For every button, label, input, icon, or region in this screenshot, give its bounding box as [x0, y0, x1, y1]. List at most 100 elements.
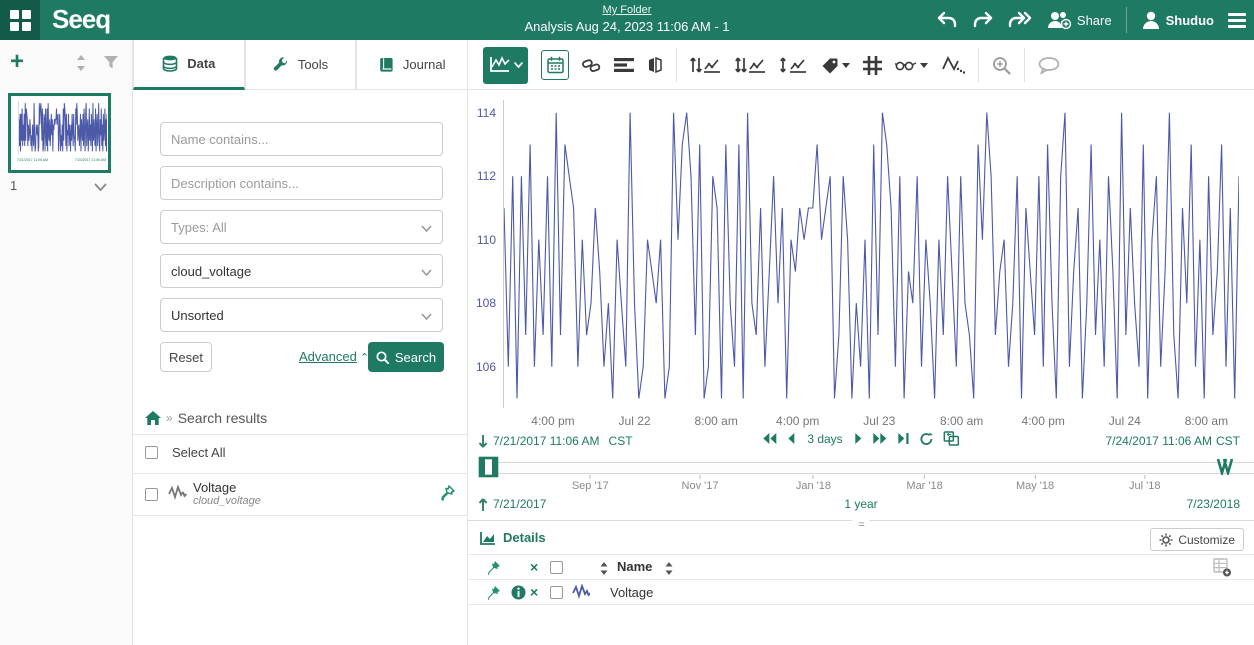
- tab-data[interactable]: Data: [133, 40, 245, 90]
- worksheet-sidebar: 7/21/2017 11:06 AM7/24/2017 11:06 AM 1: [0, 90, 133, 645]
- step-forward-full-button[interactable]: [873, 433, 888, 444]
- tab-data-label: Data: [187, 56, 215, 71]
- compare-view-icon: [647, 57, 663, 73]
- link-button[interactable]: [582, 57, 601, 74]
- step-back-full-button[interactable]: [762, 433, 777, 444]
- tag-dropdown-button[interactable]: [821, 57, 850, 74]
- copy-range-button[interactable]: [944, 431, 960, 446]
- calendar-button[interactable]: [541, 50, 569, 80]
- autoscale-button[interactable]: [780, 56, 808, 74]
- step-back-button[interactable]: [787, 433, 795, 444]
- range-start[interactable]: 7/21/2017 11:06 AMCST: [478, 434, 633, 448]
- timeline-end[interactable]: 7/23/2018: [1187, 497, 1240, 511]
- filter-worksheets-button[interactable]: [103, 55, 119, 76]
- name-contains-input[interactable]: [160, 122, 443, 156]
- row-checkbox[interactable]: [550, 586, 563, 599]
- one-lane-button[interactable]: [690, 56, 722, 74]
- timeline-expand-button[interactable]: [1216, 458, 1234, 480]
- timeline-duration[interactable]: 1 year: [844, 497, 877, 511]
- zoom-in-button[interactable]: [992, 56, 1011, 75]
- timeline-start[interactable]: 7/21/2017: [478, 497, 546, 511]
- x-tick-label: 4:00 pm: [1022, 414, 1065, 428]
- annotate-button[interactable]: [1038, 57, 1060, 74]
- search-results-header: » Search results: [145, 410, 267, 426]
- panel-splitter[interactable]: =: [468, 520, 1254, 521]
- x-axis-labels[interactable]: 4:00 pmJul 228:00 am4:00 pmJul 238:00 am…: [503, 414, 1238, 429]
- name-column-header[interactable]: Name: [617, 559, 652, 574]
- timeline-tick: Mar '18: [906, 475, 942, 492]
- types-select[interactable]: Types: All: [160, 210, 443, 244]
- customize-button[interactable]: Customize: [1150, 528, 1244, 551]
- customize-label: Customize: [1178, 533, 1235, 547]
- samples-button[interactable]: [941, 56, 965, 74]
- pin-all-icon[interactable]: [486, 560, 501, 581]
- user-menu[interactable]: Shuduo: [1141, 10, 1214, 30]
- search-button[interactable]: Search: [368, 342, 444, 372]
- pin-icon[interactable]: [440, 485, 455, 506]
- info-icon[interactable]: [511, 585, 526, 605]
- redo-icon: [972, 11, 994, 29]
- result-checkbox[interactable]: [145, 488, 158, 501]
- tab-journal-label: Journal: [403, 57, 446, 72]
- tab-tools-label: Tools: [298, 57, 328, 72]
- details-select-all-checkbox[interactable]: [550, 561, 563, 574]
- worksheet-menu-button[interactable]: [94, 178, 107, 196]
- book-icon: [379, 57, 394, 73]
- timeline-track[interactable]: [482, 462, 1254, 474]
- undo-button[interactable]: [936, 11, 958, 29]
- select-all-row: Select All: [145, 445, 225, 460]
- sort-order-select[interactable]: Unsorted: [160, 298, 443, 332]
- trend-chart[interactable]: [503, 100, 1238, 408]
- range-duration[interactable]: 3 days: [807, 432, 842, 446]
- select-all-checkbox[interactable]: [145, 446, 158, 459]
- pin-icon[interactable]: [486, 585, 501, 606]
- advanced-link[interactable]: Advanced⌃: [299, 349, 369, 364]
- samples-icon: [941, 56, 965, 74]
- compare-view-button[interactable]: [647, 57, 663, 73]
- step-forward-button[interactable]: [855, 433, 863, 444]
- toolbar-row: + Data Tools Journal: [0, 40, 1254, 90]
- home-icon[interactable]: [145, 411, 161, 425]
- sort-icon[interactable]: [599, 562, 609, 580]
- arrow-up-icon: [478, 498, 488, 511]
- tab-journal[interactable]: Journal: [356, 40, 468, 90]
- hamburger-menu-button[interactable]: [1228, 13, 1246, 28]
- top-bar: Seeq My Folder Analysis Aug 24, 2023 11:…: [0, 0, 1254, 40]
- dimming-dropdown-button[interactable]: [895, 59, 928, 71]
- step-to-end-button[interactable]: [898, 433, 910, 444]
- add-worksheet-button[interactable]: +: [10, 48, 24, 76]
- gridlines-button[interactable]: [863, 56, 882, 75]
- range-end[interactable]: 7/24/2017 11:06 AMCST: [1105, 434, 1240, 448]
- details-row-voltage[interactable]: × Voltage: [468, 581, 1254, 605]
- share-button[interactable]: Share: [1046, 10, 1112, 30]
- sort-icon[interactable]: [664, 562, 674, 580]
- datasource-select[interactable]: cloud_voltage: [160, 254, 443, 288]
- y-axis-labels[interactable]: 106108110112114: [468, 100, 498, 408]
- splitter-handle-icon[interactable]: =: [852, 519, 869, 531]
- chevron-down-icon: [842, 63, 850, 68]
- x-tick-label: Jul 22: [619, 414, 651, 428]
- breadcrumb[interactable]: My Folder: [603, 4, 652, 16]
- topbar-actions: Share Shuduo: [936, 0, 1246, 40]
- worksheet-thumbnail[interactable]: 7/21/2017 11:06 AM7/24/2017 11:06 AM: [8, 93, 111, 173]
- reset-button[interactable]: Reset: [160, 342, 212, 372]
- tab-tools[interactable]: Tools: [245, 40, 357, 90]
- user-icon: [1141, 10, 1161, 30]
- trend-view-dropdown-button[interactable]: [483, 47, 528, 84]
- remove-all-icon[interactable]: ×: [530, 559, 538, 575]
- remove-icon[interactable]: ×: [530, 584, 538, 600]
- y-tick-label: 106: [476, 360, 496, 374]
- redo-button[interactable]: [972, 11, 994, 29]
- sort-worksheets-button[interactable]: [74, 54, 88, 77]
- search-result-row-voltage[interactable]: Voltage cloud_voltage: [133, 475, 467, 515]
- worksheet-toolbar: +: [0, 40, 133, 90]
- y-tick-label: 114: [477, 106, 496, 120]
- description-contains-input[interactable]: [160, 166, 443, 200]
- display-range-row: 7/21/2017 11:06 AMCST 3 days 7/24/2017 1…: [478, 431, 1244, 453]
- one-axis-button[interactable]: [735, 56, 767, 74]
- tag-icon: [821, 57, 839, 74]
- user-name: Shuduo: [1166, 14, 1214, 27]
- labels-button[interactable]: [614, 57, 634, 73]
- refresh-button[interactable]: [920, 432, 934, 446]
- fast-forward-button[interactable]: [1008, 11, 1032, 29]
